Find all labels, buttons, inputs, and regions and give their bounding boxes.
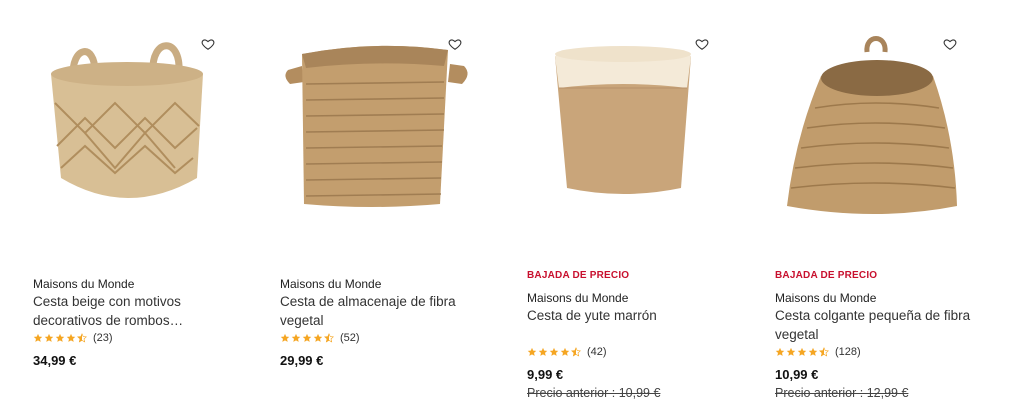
product-grid: Maisons du Monde Cesta beige con motivos… [0,0,1022,407]
product-card[interactable]: Maisons du Monde Cesta de almacenaje de … [280,0,510,407]
previous-price: Precio anterior : 10,99 € [527,386,661,400]
product-image-basket-square-fibre [285,45,468,207]
product-image[interactable] [775,28,975,218]
star-icon [527,347,537,356]
product-image-basket-beige-rhombus [51,42,203,198]
product-brand: Maisons du Monde [527,291,629,305]
star-icon [291,333,301,342]
product-card[interactable]: BAJADA DE PRECIO Maisons du Monde Cesta … [527,0,757,407]
heart-outline-icon[interactable] [695,37,709,51]
rating-count: (128) [835,346,861,358]
product-image-jute-basket-brown [555,46,691,194]
product-name[interactable]: Cesta de yute marrón [527,306,742,325]
star-icon [66,333,76,342]
rating-stars [33,333,87,343]
star-icon [33,333,43,342]
product-brand: Maisons du Monde [33,277,135,291]
product-name[interactable]: Cesta colgante pequeña de fibra vegetal [775,306,990,344]
product-card[interactable]: BAJADA DE PRECIO Maisons du Monde Cesta … [775,0,1005,407]
product-image-hanging-basket [787,36,957,214]
star-icon [797,347,807,356]
rating-stars [775,347,829,357]
rating-stars [280,333,334,343]
star-half-icon [571,347,581,357]
product-price: 9,99 € [527,367,564,382]
product-rating: (52) [280,331,360,345]
star-icon [560,347,570,356]
product-rating: (128) [775,345,861,359]
heart-outline-icon[interactable] [448,37,462,51]
star-icon [280,333,290,342]
star-icon [313,333,323,342]
product-image[interactable] [33,28,233,218]
star-icon [775,347,785,356]
star-icon [808,347,818,356]
star-icon [549,347,559,356]
product-image[interactable] [527,28,727,218]
star-half-icon [77,333,87,343]
product-brand: Maisons du Monde [775,291,877,305]
rating-count: (23) [93,332,113,344]
rating-count: (52) [340,332,360,344]
heart-outline-icon[interactable] [943,37,957,51]
product-price: 10,99 € [775,367,819,382]
product-rating: (42) [527,345,607,359]
star-icon [302,333,312,342]
star-icon [55,333,65,342]
previous-price: Precio anterior : 12,99 € [775,386,909,400]
product-image[interactable] [280,28,480,218]
product-name[interactable]: Cesta beige con motivos decorativos de r… [33,292,248,330]
star-icon [44,333,54,342]
product-card[interactable]: Maisons du Monde Cesta beige con motivos… [33,0,263,407]
price-drop-badge: BAJADA DE PRECIO [775,270,878,281]
star-half-icon [819,347,829,357]
product-price: 29,99 € [280,353,324,368]
product-price: 34,99 € [33,353,77,368]
price-drop-badge: BAJADA DE PRECIO [527,270,630,281]
rating-count: (42) [587,346,607,358]
product-brand: Maisons du Monde [280,277,382,291]
star-icon [786,347,796,356]
star-icon [538,347,548,356]
star-half-icon [324,333,334,343]
rating-stars [527,347,581,357]
heart-outline-icon[interactable] [201,37,215,51]
product-rating: (23) [33,331,113,345]
product-name[interactable]: Cesta de almacenaje de fibra vegetal [280,292,495,330]
